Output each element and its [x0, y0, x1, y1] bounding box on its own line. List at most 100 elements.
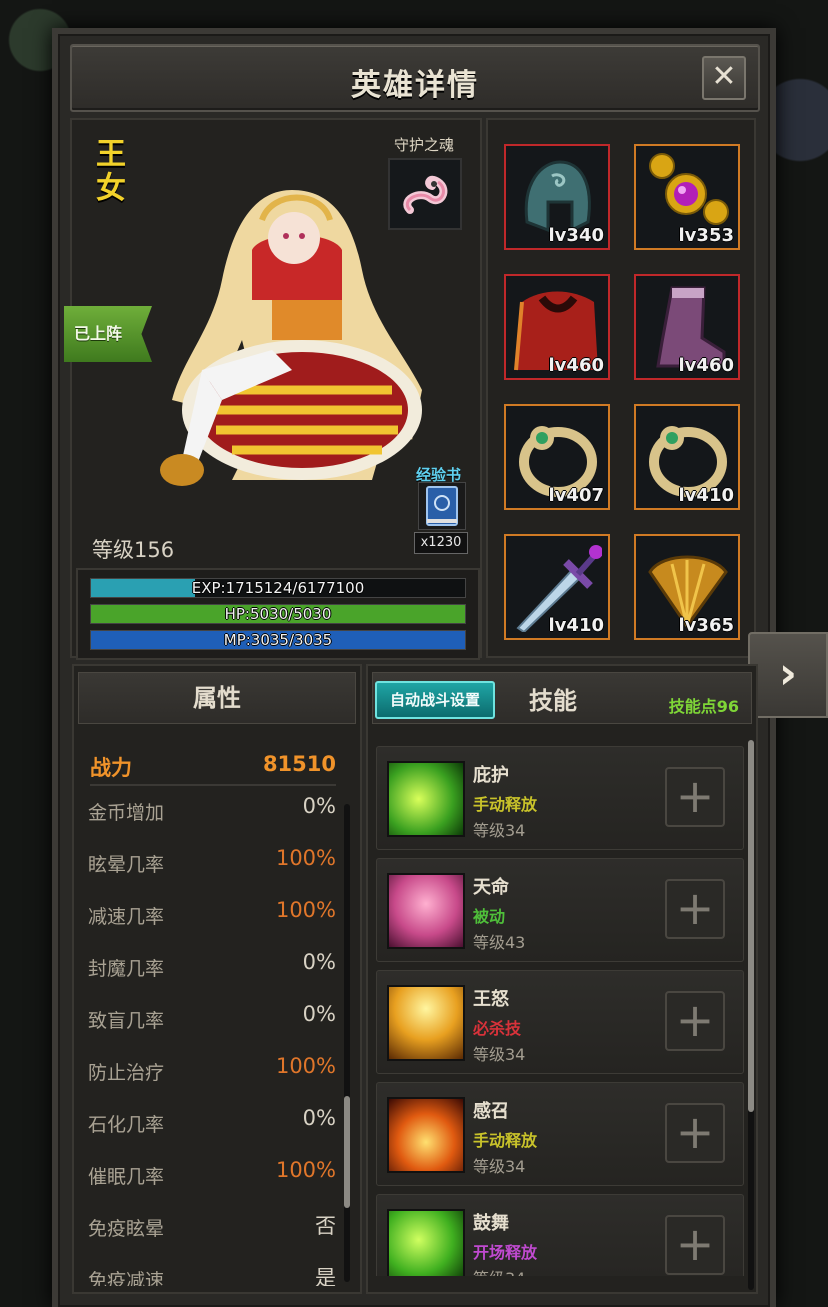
- attribute-row: 石化几率 0%: [88, 1106, 336, 1158]
- equip-slot-cloak[interactable]: lv460: [504, 274, 610, 380]
- skill-name: 天命: [473, 877, 509, 898]
- plus-icon: +: [675, 993, 715, 1047]
- hp-bar: HP:5030/5030: [90, 604, 466, 624]
- equip-level: lv340: [548, 225, 604, 246]
- attribute-value: 0%: [302, 794, 336, 818]
- mp-bar-text: MP:3035/3035: [223, 631, 333, 649]
- attribute-row: 免疫减速 是: [88, 1262, 336, 1286]
- skill-cast-type: 被动: [473, 907, 506, 926]
- guardian-soul-label: 守护之魂: [394, 136, 455, 154]
- skills-panel: 自动战斗设置 技能 技能点96 庇护 手动释放 等级34 + 天命 被动 等级43 + 王怒 必杀…: [366, 664, 758, 1294]
- mp-bar: MP:3035/3035: [90, 630, 466, 650]
- skill-name: 庇护: [473, 765, 509, 786]
- attribute-value: 100%: [275, 846, 336, 870]
- hero-portrait: [160, 190, 422, 486]
- auto-battle-settings-button[interactable]: 自动战斗设置: [375, 681, 495, 719]
- attribute-row: 封魔几率 0%: [88, 950, 336, 1002]
- attributes-tab[interactable]: 属性: [78, 672, 356, 724]
- attribute-value: 是: [315, 1266, 336, 1286]
- skill-cast-type: 必杀技: [473, 1019, 522, 1038]
- skill-level: 等级34: [473, 1265, 525, 1276]
- equip-slot-weapon[interactable]: lv410: [504, 534, 610, 640]
- combat-power-value: 81510: [262, 752, 336, 776]
- attribute-value: 100%: [275, 1158, 336, 1182]
- attribute-value: 0%: [302, 1106, 336, 1130]
- attribute-row: 眩晕几率 100%: [88, 846, 336, 898]
- attribute-value: 100%: [275, 898, 336, 922]
- close-button[interactable]: ✕: [702, 56, 746, 100]
- skill-level: 等级34: [473, 1157, 526, 1176]
- skill-cast-type: 手动释放: [473, 1131, 538, 1150]
- upgrade-skill-button[interactable]: +: [665, 1103, 725, 1163]
- skill-list[interactable]: 庇护 手动释放 等级34 + 天命 被动 等级43 + 王怒 必杀技 等级34 + 感召 手动释放 等级34…: [376, 746, 744, 1276]
- equip-level: lv365: [678, 615, 734, 636]
- attribute-row: 减速几率 100%: [88, 898, 336, 950]
- equip-level: lv460: [548, 355, 604, 376]
- upgrade-skill-button[interactable]: +: [665, 767, 725, 827]
- attribute-scrollbar[interactable]: [344, 804, 350, 1282]
- attribute-name: 免疫眩晕: [88, 1218, 165, 1240]
- skill-cast-type: 手动释放: [473, 795, 538, 814]
- skills-tab[interactable]: 技能: [529, 681, 577, 716]
- attribute-name: 石化几率: [88, 1114, 165, 1136]
- equip-slot-boots[interactable]: lv460: [634, 274, 740, 380]
- skill-name: 鼓舞: [473, 1213, 509, 1234]
- deployed-tag: 已上阵: [64, 306, 152, 362]
- title-bar: 英雄详情 ✕: [70, 44, 760, 112]
- kings-wrath-icon: [387, 985, 465, 1061]
- skill-level: 等级34: [473, 1045, 526, 1064]
- attributes-panel: 属性 战力 81510 金币增加 0% 眩晕几率 100% 减速几率 100% 封魔几率 0%…: [72, 664, 362, 1294]
- attribute-name: 致盲几率: [88, 1010, 165, 1032]
- skill-row[interactable]: 庇护手动释放等级34 +: [376, 746, 744, 850]
- close-icon: ✕: [711, 59, 737, 94]
- skill-scrollbar[interactable]: [748, 740, 754, 1290]
- equip-level: lv353: [678, 225, 734, 246]
- shield-glow-icon: [387, 761, 465, 837]
- equip-slot-accessory[interactable]: lv365: [634, 534, 740, 640]
- skill-level: 等级34: [473, 821, 526, 840]
- attribute-row: 防止治疗 100%: [88, 1054, 336, 1106]
- combat-power-row: 战力 81510: [90, 752, 336, 786]
- hp-bar-text: HP:5030/5030: [224, 605, 332, 623]
- attribute-row: 金币增加 0%: [88, 794, 336, 846]
- exp-book-count: x1230: [414, 532, 468, 554]
- attribute-value: 0%: [302, 1002, 336, 1026]
- skill-scroll-thumb[interactable]: [748, 740, 754, 1112]
- inspire-icon: [387, 1209, 465, 1276]
- equip-slot-ring-2[interactable]: lv410: [634, 404, 740, 510]
- skill-points: 技能点96: [668, 697, 739, 716]
- attribute-scroll-thumb[interactable]: [344, 1096, 350, 1208]
- skill-row[interactable]: 天命被动等级43 +: [376, 858, 744, 962]
- skill-row[interactable]: 鼓舞开场释放等级34 +: [376, 1194, 744, 1276]
- upgrade-skill-button[interactable]: +: [665, 991, 725, 1051]
- next-hero-button[interactable]: ›: [748, 632, 828, 718]
- plus-icon: +: [675, 1217, 715, 1271]
- skill-level: 等级43: [473, 933, 526, 952]
- exp-bar-text: EXP:1715124/6177100: [191, 579, 365, 597]
- skill-row[interactable]: 感召手动释放等级34 +: [376, 1082, 744, 1186]
- skill-name: 感召: [473, 1101, 509, 1122]
- skill-row[interactable]: 王怒 必杀技 等级34 +: [376, 970, 744, 1074]
- attribute-name: 金币增加: [88, 802, 165, 824]
- attribute-name: 眩晕几率: [88, 854, 165, 876]
- upgrade-skill-button[interactable]: +: [665, 1215, 725, 1275]
- attribute-value: 0%: [302, 950, 336, 974]
- skills-header: 自动战斗设置 技能 技能点96: [372, 672, 752, 724]
- window-title: 英雄详情: [351, 68, 479, 103]
- upgrade-skill-button[interactable]: +: [665, 879, 725, 939]
- attribute-name: 防止治疗: [88, 1062, 165, 1084]
- equip-slot-amulet[interactable]: lv353: [634, 144, 740, 250]
- equip-slot-helmet[interactable]: lv340: [504, 144, 610, 250]
- summon-light-icon: [387, 1097, 465, 1173]
- attribute-list[interactable]: 金币增加 0% 眩晕几率 100% 减速几率 100% 封魔几率 0% 致盲几率 0% 防止治疗 10…: [88, 794, 336, 1286]
- equip-level: lv407: [548, 485, 604, 506]
- skill-cast-type: 开场释放: [473, 1243, 538, 1262]
- exp-bar: EXP:1715124/6177100: [90, 578, 466, 598]
- exp-book-button[interactable]: [418, 482, 466, 530]
- equip-level: lv410: [548, 615, 604, 636]
- attribute-value: 否: [315, 1214, 336, 1238]
- equip-slot-ring-1[interactable]: lv407: [504, 404, 610, 510]
- attribute-row: 免疫眩晕 否: [88, 1210, 336, 1262]
- chevron-right-icon: ›: [778, 648, 798, 699]
- destiny-icon: [387, 873, 465, 949]
